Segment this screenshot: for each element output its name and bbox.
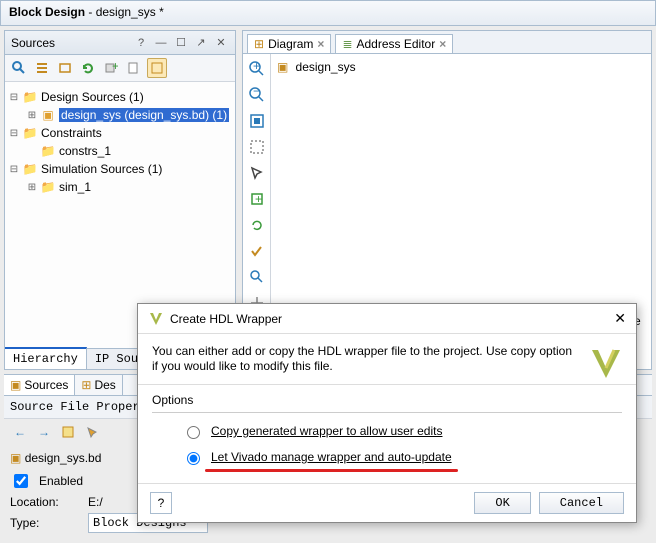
tree-node-constraints[interactable]: ⊟📁Constraints <box>9 124 231 142</box>
svg-text:+: + <box>253 61 260 73</box>
minimize-icon[interactable]: — <box>153 35 169 51</box>
vivado-logo-icon <box>586 344 626 384</box>
help-icon[interactable]: ? <box>133 35 149 51</box>
enabled-label: Enabled <box>39 474 109 488</box>
title-bar: Block Design - design_sys * <box>0 0 656 26</box>
float-icon[interactable]: ↗ <box>193 35 209 51</box>
dialog-titlebar: Create HDL Wrapper ✕ <box>138 304 636 334</box>
tree-node-constrs1[interactable]: 📁constrs_1 <box>9 142 231 160</box>
dialog-title-text: Create HDL Wrapper <box>170 312 282 326</box>
highlight-icon[interactable] <box>58 422 78 442</box>
tree-node-design-file[interactable]: ⊞▣design_sys (design_sys.bd) (1) <box>9 106 231 124</box>
add-ip-icon[interactable]: + <box>246 188 268 210</box>
property-file-name: design_sys.bd <box>25 451 102 465</box>
close-icon[interactable]: ✕ <box>213 35 229 51</box>
zoom-out-icon[interactable]: − <box>246 84 268 106</box>
radio-auto-input[interactable] <box>187 452 200 465</box>
radio-auto-label: Let Vivado manage wrapper and auto-updat… <box>211 450 452 464</box>
radio-auto-wrapper[interactable]: Let Vivado manage wrapper and auto-updat… <box>182 449 622 465</box>
title-sub: - design_sys * <box>85 5 164 19</box>
create-hdl-wrapper-dialog: Create HDL Wrapper ✕ You can either add … <box>137 303 637 523</box>
mini-tab-design[interactable]: ⊞Des <box>75 375 122 395</box>
vivado-icon <box>148 311 164 327</box>
pointer-icon[interactable] <box>82 422 102 442</box>
close-icon[interactable]: × <box>317 37 324 51</box>
back-icon[interactable]: ← <box>10 422 30 442</box>
cancel-button[interactable]: Cancel <box>539 492 624 514</box>
search-icon[interactable] <box>246 266 268 288</box>
select-icon[interactable] <box>246 162 268 184</box>
copy-icon[interactable] <box>124 58 144 78</box>
search-icon[interactable] <box>9 58 29 78</box>
close-icon[interactable]: × <box>439 37 446 51</box>
tab-hierarchy[interactable]: Hierarchy <box>5 347 87 369</box>
location-label: Location: <box>10 495 80 509</box>
radio-copy-wrapper[interactable]: Copy generated wrapper to allow user edi… <box>182 423 622 439</box>
svg-text:+: + <box>112 61 118 73</box>
options-label: Options <box>152 393 193 407</box>
tree-node-sim1[interactable]: ⊞📁sim_1 <box>9 178 231 196</box>
dialog-close-icon[interactable]: ✕ <box>614 310 626 327</box>
add-icon[interactable]: + <box>101 58 121 78</box>
sources-title: Sources <box>11 36 55 50</box>
collapse-all-icon[interactable] <box>32 58 52 78</box>
regenerate-icon[interactable] <box>246 214 268 236</box>
radio-copy-label: Copy generated wrapper to allow user edi… <box>211 424 442 438</box>
ok-button[interactable]: OK <box>474 492 530 514</box>
dialog-help-button[interactable]: ? <box>150 492 172 514</box>
zoom-area-icon[interactable] <box>246 136 268 158</box>
radio-copy-input[interactable] <box>187 426 200 439</box>
tree-node-design-sources[interactable]: ⊟📁Design Sources (1) <box>9 88 231 106</box>
sources-tree: ⊟📁Design Sources (1) ⊞▣design_sys (desig… <box>5 82 235 202</box>
zoom-in-icon[interactable]: + <box>246 58 268 80</box>
maximize-icon[interactable]: ☐ <box>173 35 189 51</box>
forward-icon[interactable]: → <box>34 422 54 442</box>
svg-text:−: − <box>253 87 260 98</box>
diagram-tabbar: ⊞Diagram× ≣Address Editor× <box>243 31 651 54</box>
svg-text:+: + <box>255 192 262 206</box>
canvas-design-name: design_sys <box>296 60 356 74</box>
mini-tab-sources[interactable]: ▣Sources <box>4 375 75 395</box>
dialog-message: You can either add or copy the HDL wrapp… <box>138 334 636 385</box>
sources-panel-header: Sources ? — ☐ ↗ ✕ <box>5 31 235 55</box>
enabled-checkbox[interactable] <box>14 474 28 488</box>
view-mode-icon[interactable] <box>147 58 167 78</box>
refresh-icon[interactable] <box>78 58 98 78</box>
show-icon[interactable] <box>55 58 75 78</box>
location-value: E:/ <box>88 495 103 509</box>
title-main: Block Design <box>9 5 85 19</box>
zoom-fit-icon[interactable] <box>246 110 268 132</box>
type-label: Type: <box>10 516 80 530</box>
validate-icon[interactable] <box>246 240 268 262</box>
sources-toolbar: + <box>5 55 235 82</box>
tree-node-sim-sources[interactable]: ⊟📁Simulation Sources (1) <box>9 160 231 178</box>
tab-diagram[interactable]: ⊞Diagram× <box>247 34 331 53</box>
tab-address-editor[interactable]: ≣Address Editor× <box>335 34 453 53</box>
